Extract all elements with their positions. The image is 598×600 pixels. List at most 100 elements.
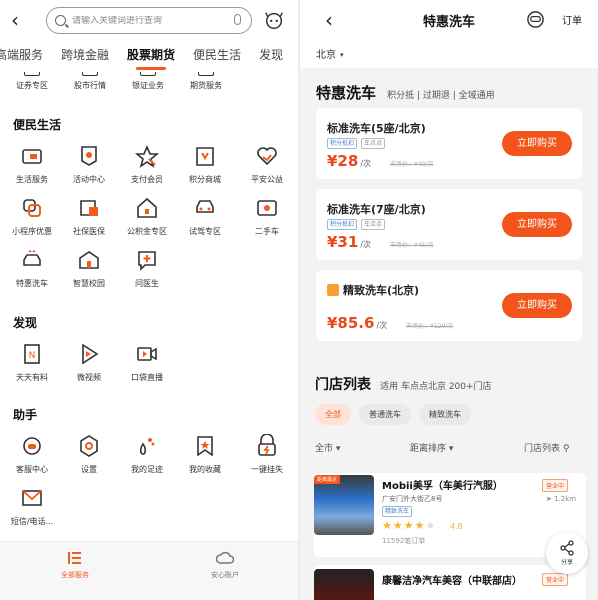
store-list-header: 门店列表 适用 车点点北京 200+门店 <box>315 374 492 394</box>
grid-item-mini-program[interactable]: 小程序优惠 <box>3 196 61 237</box>
left-screen: ‹ 高端服务 跨境金融 股票期货 便民生活 发现 证券专区 股市行情 银证业务 … <box>0 0 298 600</box>
chat-service-icon[interactable] <box>526 10 545 29</box>
chip-premium-wash[interactable]: 精致洗车 <box>419 404 471 425</box>
original-price: 市场价：¥45/次 <box>390 242 434 249</box>
buy-now-button[interactable]: 立即购买 <box>502 212 572 237</box>
search-box[interactable] <box>46 7 252 34</box>
tab-discover[interactable]: 发现 <box>250 42 292 68</box>
grid-item-micro-video[interactable]: 微视频 <box>60 342 118 383</box>
grid-item-points-mall[interactable]: 积分商城 <box>176 144 234 185</box>
grid-item-report-loss[interactable]: 一键挂失 <box>238 433 296 475</box>
gift-bag-icon <box>193 144 217 168</box>
grid-item-used-car[interactable]: 二手车 <box>238 196 296 237</box>
securities-zone-item[interactable]: 证券专区 <box>2 72 62 91</box>
product-card[interactable]: 标准洗车(5座/北京) 积分抵扣 车点点 ¥28/次 市场价：¥40/次 立即购… <box>316 108 582 179</box>
grid-item-test-drive[interactable]: 试驾专区 <box>176 196 234 237</box>
stock-quotes-item[interactable]: 股市行情 <box>60 72 120 91</box>
tab-cross-border[interactable]: 跨境金融 <box>52 42 118 68</box>
city-filter[interactable]: 全市 ▾ <box>315 441 340 454</box>
futures-service-item[interactable]: 期货服务 <box>176 72 236 91</box>
city-selector[interactable]: 北京 ▾ <box>300 40 598 68</box>
grid-item-social-security[interactable]: 社保医保 <box>60 196 118 237</box>
grid-item-activity-center[interactable]: 活动中心 <box>60 144 118 185</box>
grid-item-life-service[interactable]: 生活服务 <box>3 144 61 185</box>
product-name: 标准洗车(7座/北京) <box>327 203 426 216</box>
product-card[interactable]: 标准洗车(7座/北京) 积分抵扣 车点点 ¥31/次 市场价：¥45/次 立即购… <box>316 189 582 260</box>
section-title-convenience: 便民生活 <box>13 118 62 132</box>
rating-stars-icon: ★★★★★ <box>382 519 437 532</box>
tab-convenience[interactable]: 便民生活 <box>184 42 250 68</box>
buy-now-button[interactable]: 立即购买 <box>502 293 572 318</box>
product-price: ¥85.6/次 <box>327 314 388 332</box>
search-input[interactable] <box>72 15 222 26</box>
grid-item-settings[interactable]: 设置 <box>60 434 118 475</box>
video-camera-icon <box>135 342 159 366</box>
product-price: ¥31/次 <box>327 233 372 251</box>
orders-link[interactable]: 订单 <box>562 12 582 27</box>
store-name: Mobii美孚（车美行汽服） <box>382 481 503 492</box>
chip-all[interactable]: 全部 <box>315 404 351 425</box>
flag-badge-icon <box>77 144 101 168</box>
grid-item-charity[interactable]: 平安公益 <box>238 144 296 185</box>
city-label: 北京 <box>316 50 336 61</box>
grid-item-sms-phone[interactable]: 短信/电话... <box>3 486 61 527</box>
sort-filter[interactable]: 距离排序 ▾ <box>410 441 453 454</box>
medical-chat-icon <box>135 248 159 272</box>
headset-icon <box>20 434 44 458</box>
store-order-count: 11592笔订单 <box>382 537 426 545</box>
promo-title: 特惠洗车 <box>316 84 377 102</box>
buy-now-button[interactable]: 立即购买 <box>502 131 572 156</box>
section-title-discover: 发现 <box>13 316 38 330</box>
grid-item-live-stream[interactable]: 口袋直播 <box>118 342 176 383</box>
star-crown-icon <box>134 144 160 168</box>
share-label: 分享 <box>560 559 573 566</box>
grid-item-ask-doctor[interactable]: 问医生 <box>118 248 176 289</box>
product-tag: 积分抵扣 <box>327 219 358 230</box>
grid-item-favorites[interactable]: 我的收藏 <box>176 434 234 475</box>
grid-item-housing-fund[interactable]: 公积金专区 <box>118 196 176 237</box>
grid-item-footprint[interactable]: 我的足迹 <box>118 434 176 475</box>
grid-item-daily-news[interactable]: N 天天有料 <box>3 342 61 383</box>
microphone-icon[interactable] <box>234 14 241 25</box>
product-price: ¥28/次 <box>327 152 372 170</box>
back-button[interactable]: ‹ <box>0 0 30 40</box>
chip-regular-wash[interactable]: 普通洗车 <box>359 404 411 425</box>
store-name: 康馨洁净汽车美容（中联部店） <box>382 576 522 587</box>
store-list-item[interactable]: 距离最近 Mobii美孚（车美行汽服） 广安门外大街乙8号 精致洗车 ★★★★★… <box>314 473 586 557</box>
open-status-badge: 营业中 <box>542 479 569 492</box>
share-button[interactable]: 分享 <box>546 532 588 574</box>
grid-item-smart-campus[interactable]: 智慧校园 <box>60 248 118 289</box>
footprint-icon <box>135 434 159 458</box>
search-icon <box>55 15 66 26</box>
product-tag: 积分抵扣 <box>327 138 358 149</box>
robot-assistant-icon[interactable] <box>263 9 285 31</box>
right-screen: ‹ 特惠洗车 订单 北京 ▾ 特惠洗车 积分抵 | 过期退 | 全域通用 标准洗车… <box>300 0 598 600</box>
grid-item-car-wash[interactable]: 特惠洗车 <box>3 248 61 289</box>
service-filter-chips: 全部 普通洗车 精致洗车 <box>315 404 479 425</box>
cloud-shield-icon <box>216 551 234 564</box>
store-list-item[interactable]: 康馨洁净汽车美容（中联部店） 营业中 <box>314 565 586 600</box>
bookmark-star-icon <box>193 434 217 458</box>
gear-icon <box>77 434 101 458</box>
bank-securities-item[interactable]: 银证业务 <box>118 72 178 91</box>
tab-premium[interactable]: 高端服务 <box>0 42 52 68</box>
shield-card-icon <box>77 196 101 220</box>
product-card[interactable]: 精致洗车(北京) ¥85.6/次 市场价：¥120/次 立即购买 <box>316 270 582 341</box>
section-title-assistant: 助手 <box>13 408 38 422</box>
nearest-badge: 距离最近 <box>314 475 341 484</box>
stock-service-row: 证券专区 股市行情 银证业务 期货服务 <box>0 72 298 92</box>
view-toggle[interactable]: 门店列表 ⚲ <box>524 441 569 454</box>
school-icon <box>77 248 101 272</box>
tab-stocks-futures[interactable]: 股票期货 <box>118 42 184 70</box>
store-photo <box>314 569 374 600</box>
car-front-icon <box>193 196 217 220</box>
nav-all-services[interactable]: 全部服务 <box>35 550 115 580</box>
grid-item-customer-service[interactable]: 客服中心 <box>3 434 61 475</box>
product-tags: 积分抵扣 车点点 <box>327 219 389 230</box>
category-tabs: 高端服务 跨境金融 股票期货 便民生活 发现 <box>0 40 298 70</box>
house-icon <box>135 196 159 220</box>
nav-secure-account[interactable]: 安心账户 <box>185 550 265 580</box>
grid-item-payment-member[interactable]: 支付会员 <box>118 144 176 185</box>
list-menu-icon <box>68 552 81 564</box>
store-list-subtitle: 适用 车点点北京 200+门店 <box>380 382 492 392</box>
